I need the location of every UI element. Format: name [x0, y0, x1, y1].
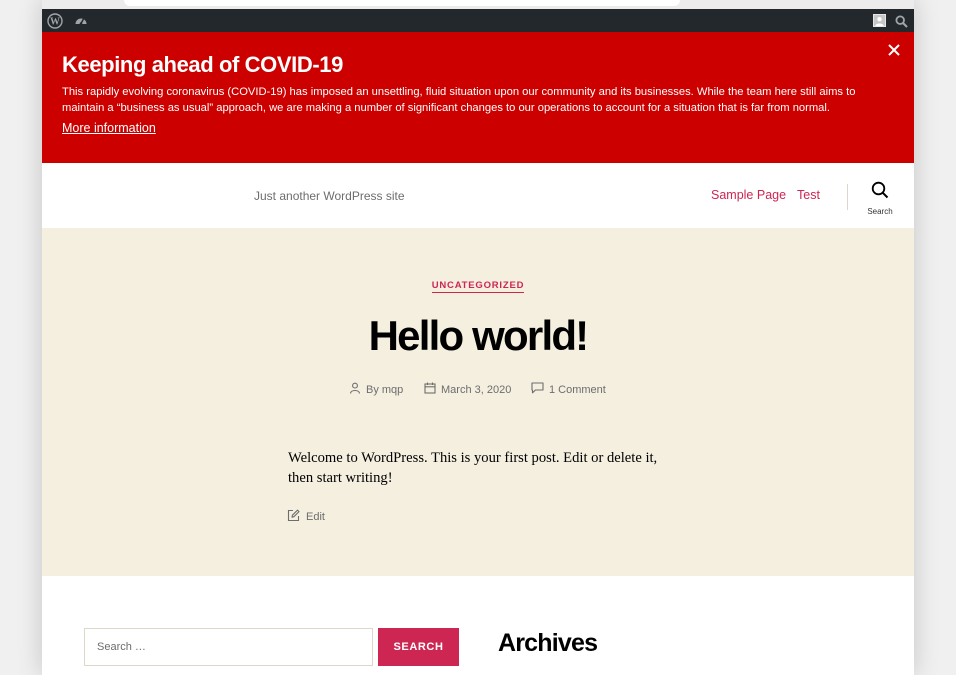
- notice-body: This rapidly evolving coronavirus (COVID…: [62, 86, 856, 114]
- date-text: March 3, 2020: [441, 383, 512, 396]
- search-icon[interactable]: [892, 12, 910, 30]
- post-comments[interactable]: 1 Comment: [531, 382, 606, 397]
- more-information-link[interactable]: More information: [62, 121, 156, 135]
- covid-notice-banner: Keeping ahead of COVID-19 This rapidly e…: [42, 32, 914, 163]
- calendar-icon: [424, 382, 436, 397]
- close-icon[interactable]: [886, 42, 902, 58]
- search-toggle-button[interactable]: Search: [860, 181, 900, 221]
- browser-viewport: W Keeping ahead of COVID-19 This rapidly…: [42, 0, 914, 675]
- svg-text:W: W: [50, 17, 60, 28]
- archives-heading: Archives: [498, 629, 598, 657]
- edit-text: Edit: [306, 511, 325, 523]
- site-header: Just another WordPress site Sample Page …: [42, 163, 914, 228]
- admin-bar: W: [42, 9, 914, 32]
- edit-post-link[interactable]: Edit: [287, 509, 325, 525]
- search-submit-button[interactable]: SEARCH: [378, 628, 459, 666]
- notice-title: Keeping ahead of COVID-19: [62, 52, 343, 77]
- post-date[interactable]: March 3, 2020: [424, 382, 511, 397]
- person-icon: [349, 382, 361, 397]
- nav-item-test[interactable]: Test: [797, 188, 820, 202]
- site-tagline: Just another WordPress site: [254, 189, 405, 203]
- footer-widgets: SEARCH Archives: [42, 576, 914, 675]
- search-toggle-label: Search: [867, 207, 893, 216]
- post-author[interactable]: By mqp: [349, 382, 403, 397]
- post-title[interactable]: Hello world!: [42, 312, 914, 360]
- avatar-icon[interactable]: [873, 14, 886, 27]
- post-hero: UNCATEGORIZED Hello world! By mqp March …: [42, 228, 914, 576]
- edit-icon: [287, 509, 300, 525]
- browser-chrome-strip: [42, 0, 914, 9]
- nav-item-sample-page[interactable]: Sample Page: [711, 188, 786, 202]
- address-bar[interactable]: [124, 0, 680, 6]
- author-text: By mqp: [366, 383, 404, 396]
- search-input[interactable]: [84, 628, 373, 666]
- dashboard-icon[interactable]: [72, 12, 90, 30]
- category-link[interactable]: UNCATEGORIZED: [431, 280, 525, 293]
- wordpress-icon[interactable]: W: [46, 12, 64, 30]
- comment-icon: [531, 382, 544, 397]
- nav-divider: [847, 184, 848, 210]
- search-icon: [871, 181, 889, 204]
- comments-text: 1 Comment: [549, 383, 606, 396]
- post-content: Welcome to WordPress. This is your first…: [288, 450, 658, 486]
- post-category: UNCATEGORIZED: [42, 280, 914, 293]
